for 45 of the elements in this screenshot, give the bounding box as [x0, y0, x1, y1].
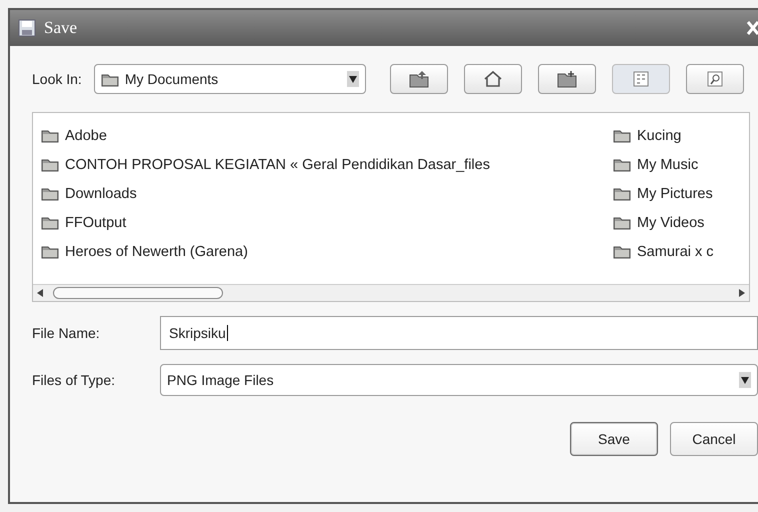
folder-item[interactable]: CONTOH PROPOSAL KEGIATAN « Geral Pendidikan Dasar_files — [65, 156, 490, 172]
home-button[interactable] — [464, 64, 522, 94]
file-type-dropdown[interactable]: PNG Image Files — [160, 364, 758, 396]
folder-item[interactable]: My Music — [637, 156, 698, 172]
list-view-icon — [632, 71, 649, 87]
folder-icon — [613, 215, 631, 230]
folder-item[interactable]: Kucing — [637, 128, 682, 144]
home-icon — [482, 70, 503, 88]
folder-item[interactable]: Downloads — [65, 186, 137, 202]
folder-icon — [613, 157, 631, 172]
folder-icon — [41, 215, 59, 230]
file-type-label: Files of Type: — [32, 372, 116, 388]
folder-item[interactable]: Adobe — [65, 128, 107, 144]
new-folder-button[interactable] — [538, 64, 596, 94]
folder-icon — [613, 186, 631, 201]
folder-item[interactable]: My Videos — [637, 214, 704, 230]
folder-item[interactable]: Heroes of Newerth (Garena) — [65, 244, 248, 260]
folder-item[interactable]: My Pictures — [637, 186, 713, 202]
look-in-dropdown[interactable]: My Documents — [94, 64, 366, 94]
scroll-right-icon[interactable] — [738, 288, 746, 298]
folder-item[interactable]: Samurai x c — [637, 244, 714, 260]
folder-icon — [613, 128, 631, 143]
scroll-left-icon[interactable] — [36, 288, 44, 298]
cancel-button[interactable]: Cancel — [670, 422, 758, 456]
folder-icon — [41, 157, 59, 172]
window-title: Save — [44, 18, 78, 38]
horizontal-scrollbar[interactable] — [33, 284, 749, 301]
file-name-field[interactable]: Skripsiku — [160, 316, 758, 350]
scroll-thumb[interactable] — [53, 287, 223, 299]
folder-icon — [41, 128, 59, 143]
folder-up-icon — [408, 70, 429, 88]
folder-icon — [41, 186, 59, 201]
details-view-icon — [706, 71, 723, 87]
list-button[interactable] — [612, 64, 670, 94]
look-in-label: Look In: — [32, 71, 82, 87]
folder-icon — [100, 72, 119, 86]
folder-icon — [41, 244, 59, 259]
new-folder-icon — [556, 70, 577, 88]
folder-item[interactable]: FFOutput — [65, 214, 126, 230]
details-button[interactable] — [686, 64, 744, 94]
folder-icon — [613, 244, 631, 259]
save-button[interactable]: Save — [570, 422, 658, 456]
up-button[interactable] — [390, 64, 448, 94]
file-name-label: File Name: — [32, 325, 101, 341]
close-icon[interactable] — [746, 20, 758, 36]
